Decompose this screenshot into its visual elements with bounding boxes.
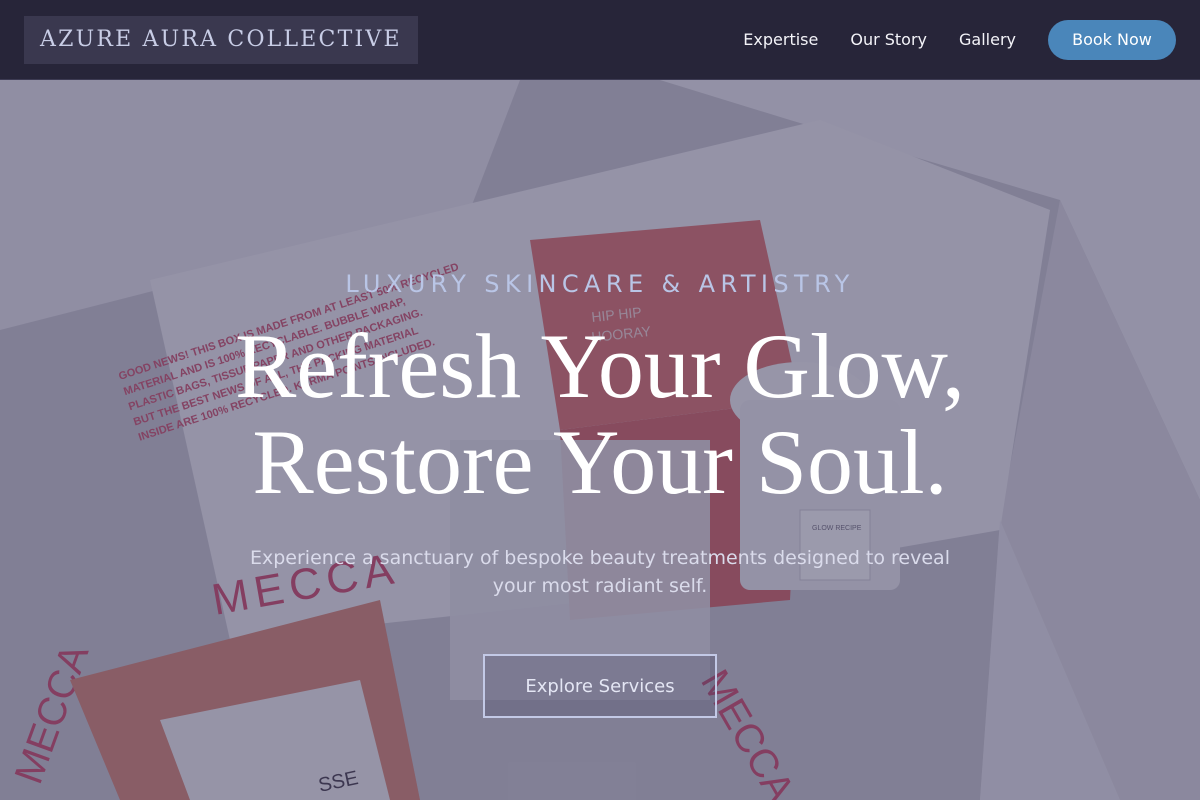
brand-logo[interactable]: AZURE AURA COLLECTIVE bbox=[24, 15, 418, 64]
top-navigation: AZURE AURA COLLECTIVE Expertise Our Stor… bbox=[0, 0, 1200, 80]
hero-headline-line-2: Restore Your Soul. bbox=[252, 411, 948, 513]
nav-link-our-story[interactable]: Our Story bbox=[850, 30, 927, 49]
hero-content: LUXURY SKINCARE & ARTISTRY Refresh Your … bbox=[0, 80, 1200, 800]
hero-subtext: Experience a sanctuary of bespoke beauty… bbox=[250, 547, 950, 597]
hero-headline-line-1: Refresh Your Glow, bbox=[234, 315, 966, 417]
nav-link-expertise[interactable]: Expertise bbox=[743, 30, 818, 49]
nav-link-gallery[interactable]: Gallery bbox=[959, 30, 1016, 49]
nav-links: Expertise Our Story Gallery Book Now bbox=[711, 19, 1176, 60]
explore-services-button[interactable]: Explore Services bbox=[483, 654, 717, 718]
hero-section: GOOD NEWS! THIS BOX IS MADE FROM AT LEAS… bbox=[0, 80, 1200, 800]
hero-headline: Refresh Your Glow, Restore Your Soul. bbox=[235, 318, 965, 510]
hero-eyebrow: LUXURY SKINCARE & ARTISTRY bbox=[345, 270, 855, 298]
book-now-button[interactable]: Book Now bbox=[1048, 19, 1176, 60]
